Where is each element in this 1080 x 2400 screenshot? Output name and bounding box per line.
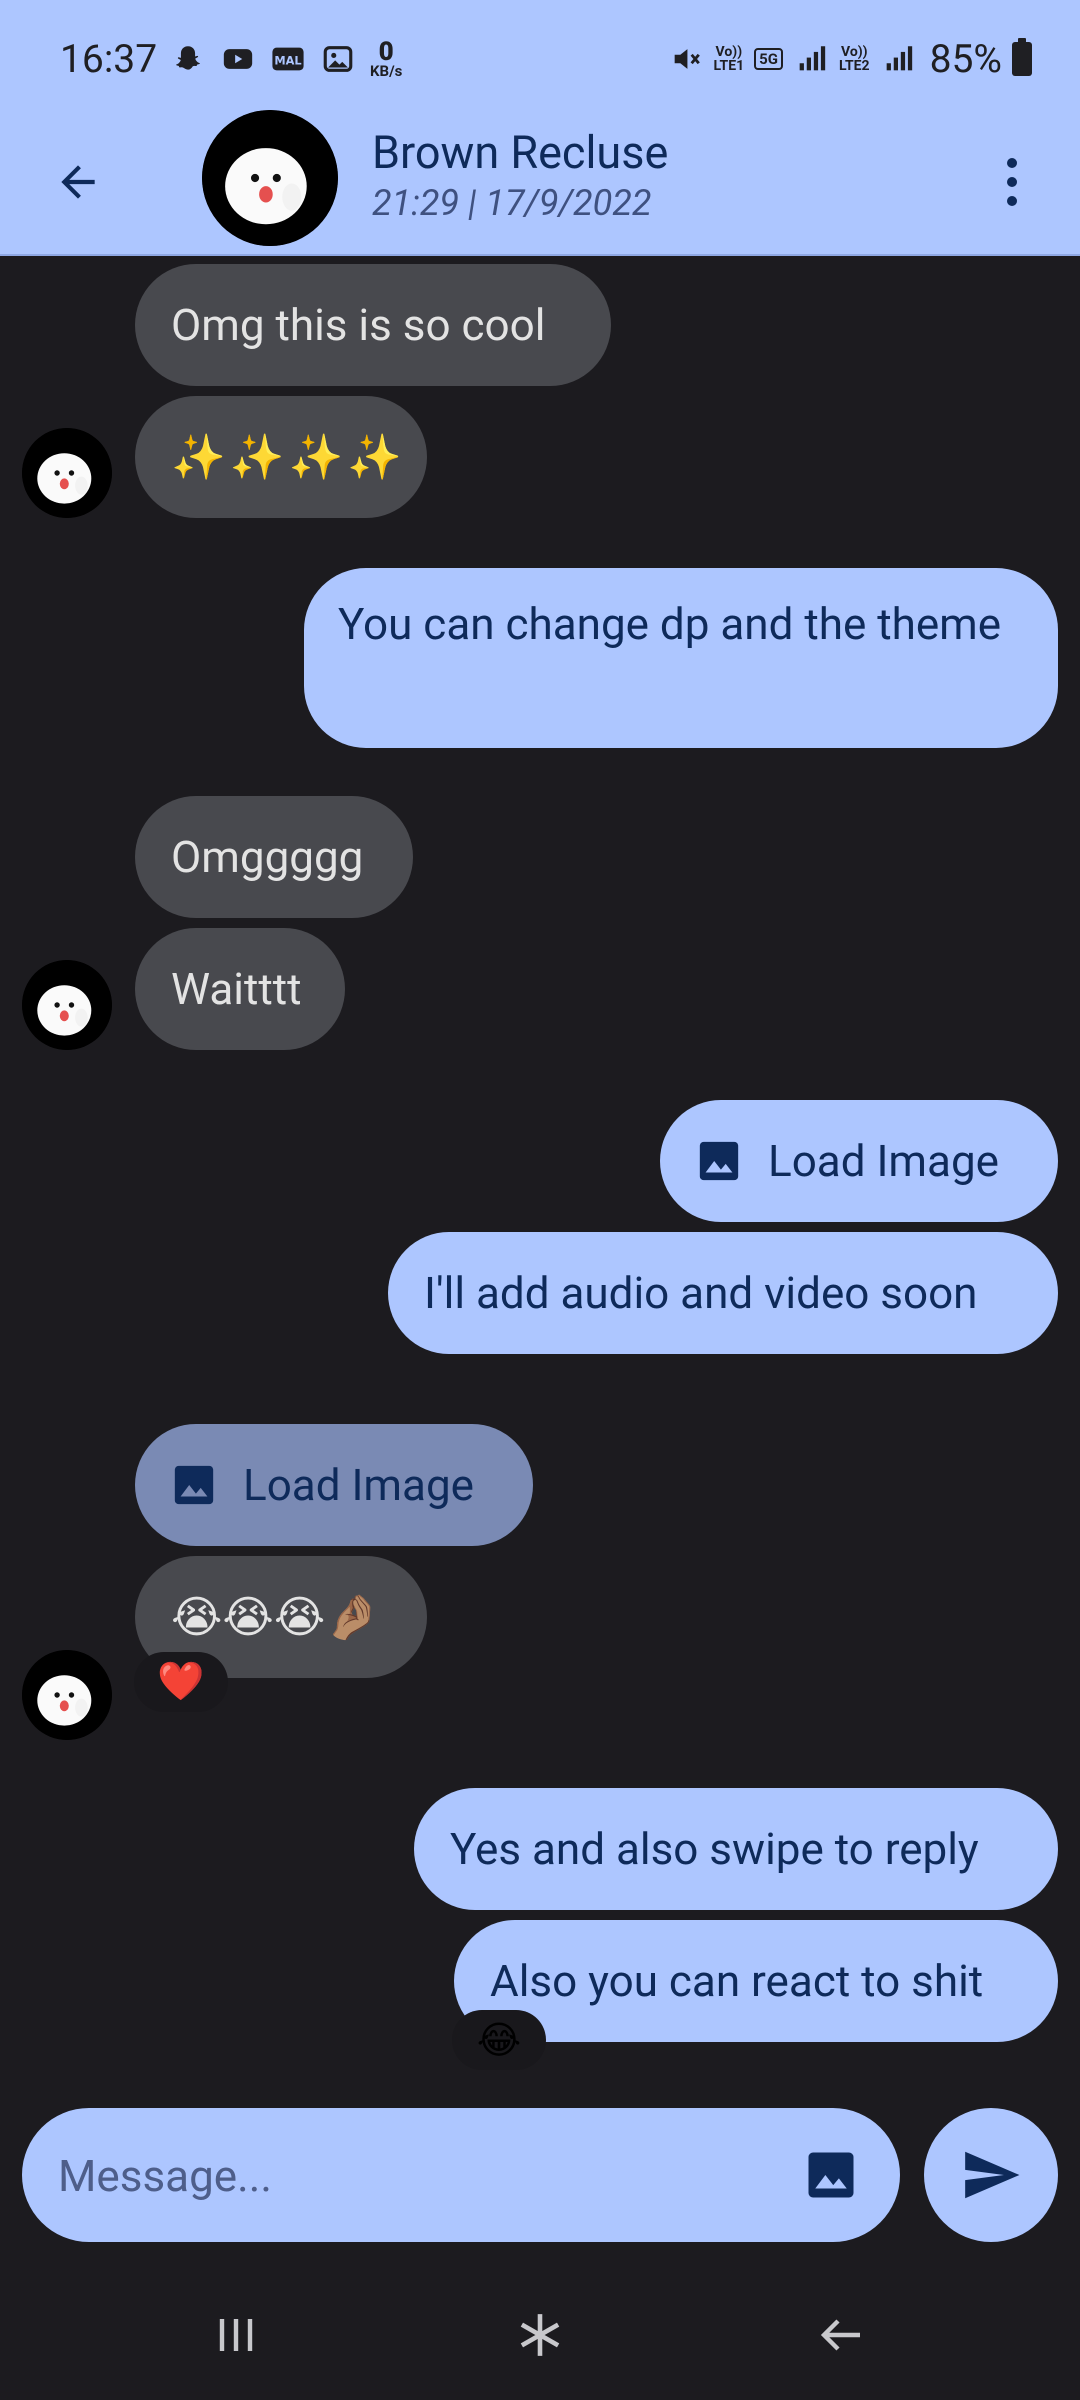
load-image-label: Load Image [243,1459,474,1511]
outgoing-message[interactable]: I'll add audio and video soon [388,1232,1058,1354]
message-composer [22,2108,900,2242]
battery-percentage: 85% [929,36,1002,82]
home-button[interactable] [490,2300,590,2370]
battery-icon [1012,38,1032,76]
recent-apps-button[interactable] [186,2300,286,2370]
home-asterisk-icon [520,2314,560,2356]
ghost-avatar-icon [22,960,112,1050]
sender-avatar [22,960,112,1050]
recents-icon [219,2319,253,2351]
youtube-icon [220,43,256,75]
more-vert-icon [1007,158,1017,168]
notification-icons: MAL 0 KB/s [170,37,403,80]
load-image-button[interactable]: Load Image [660,1100,1058,1222]
image-icon [699,1141,739,1181]
send-icon [965,2151,1020,2199]
outgoing-message[interactable]: Yes and also swipe to reply [414,1788,1058,1910]
status-indicators: Vo)) LTE1 5G Vo)) LTE2 85% [668,36,1032,82]
gallery-icon [320,43,356,75]
arrow-back-icon [61,165,95,199]
image-icon [808,2152,854,2198]
ghost-avatar-icon [22,1650,112,1740]
chat-header: Brown Recluse 21:29 | 17/9/2022 [0,106,1080,256]
back-button[interactable] [46,150,110,214]
sender-avatar [22,428,112,518]
incoming-message[interactable]: Omg this is so cool [135,264,611,386]
signal-icon [793,43,829,75]
data-speed: 0 KB/s [370,37,403,80]
sim1-label: Vo)) LTE1 [713,44,745,74]
chevron-left-icon [820,2319,860,2351]
network-type-badge: 5G [754,48,783,70]
message-reaction[interactable]: ❤️ [134,1652,228,1712]
svg-text:MAL: MAL [274,54,301,68]
outgoing-message[interactable]: Also you can react to shit [454,1920,1058,2042]
message-reaction[interactable]: 😂 [452,2010,546,2070]
message-input[interactable] [56,2132,800,2220]
ghost-avatar-icon [202,110,338,246]
status-bar: 16:37 MAL 0 KB/s Vo))LTE1 5G Vo))LTE2 [0,0,1080,106]
incoming-message[interactable]: ✨✨✨✨ [135,396,427,518]
system-navigation-bar [0,2270,1080,2400]
load-image-label: Load Image [768,1135,999,1187]
message-list[interactable]: Omg this is so cool ✨✨✨✨ You can change … [0,256,1080,2070]
sim2-label: Vo)) LTE2 [838,44,870,74]
last-seen-timestamp: 21:29 | 17/9/2022 [372,182,652,224]
mute-icon [668,43,704,75]
send-button[interactable] [924,2108,1058,2242]
contact-avatar[interactable] [202,110,338,246]
outgoing-message[interactable]: You can change dp and the theme [304,568,1058,748]
status-time: 16:37 [60,36,158,82]
image-icon [174,1465,214,1505]
attach-image-button[interactable] [802,2146,860,2204]
system-back-button[interactable] [792,2300,892,2370]
contact-name[interactable]: Brown Recluse [372,126,668,179]
mal-icon: MAL [270,43,306,75]
load-image-button[interactable]: Load Image [135,1424,533,1546]
signal-icon [880,43,916,75]
ghost-avatar-icon [22,428,112,518]
incoming-message[interactable]: Waitttt [135,928,345,1050]
incoming-message[interactable]: Omggggg [135,796,413,918]
more-options-button[interactable] [984,148,1040,216]
sender-avatar [22,1650,112,1740]
snapchat-icon [170,43,206,75]
